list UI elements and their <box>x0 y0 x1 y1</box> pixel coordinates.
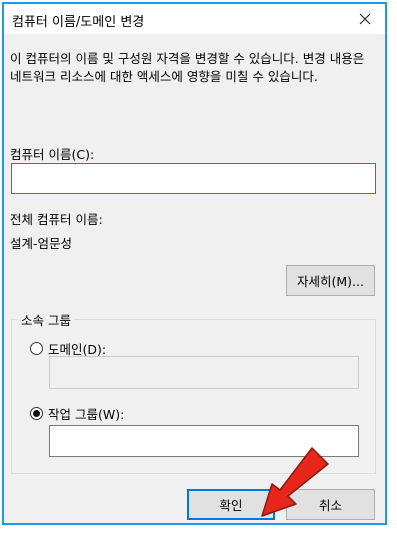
workgroup-radio-label: 작업 그룹(W): <box>48 407 125 422</box>
workgroup-radio[interactable] <box>30 407 43 420</box>
full-computer-name-label: 전체 컴퓨터 이름: <box>10 212 103 227</box>
domain-radio[interactable] <box>30 342 43 355</box>
workgroup-option[interactable]: 작업 그룹(W): <box>30 404 124 423</box>
close-button[interactable] <box>345 4 385 34</box>
full-computer-name-value: 설계-엄문성 <box>10 236 73 251</box>
ok-button[interactable]: 확인 <box>187 489 275 520</box>
computer-name-input[interactable] <box>11 163 376 194</box>
close-icon <box>359 13 371 25</box>
more-button[interactable]: 자세히(M)... <box>286 265 375 296</box>
domain-input[interactable] <box>49 356 359 389</box>
description-text: 이 컴퓨터의 이름 및 구성원 자격을 변경할 수 있습니다. 변경 내용은 네… <box>10 51 365 84</box>
computer-name-label: 컴퓨터 이름(C): <box>10 147 95 162</box>
membership-legend: 소속 그룹 <box>18 310 74 329</box>
title-bar: 컴퓨터 이름/도메인 변경 <box>4 4 385 34</box>
cancel-button[interactable]: 취소 <box>286 489 375 520</box>
workgroup-input[interactable] <box>49 425 359 457</box>
dialog-title: 컴퓨터 이름/도메인 변경 <box>12 15 145 30</box>
